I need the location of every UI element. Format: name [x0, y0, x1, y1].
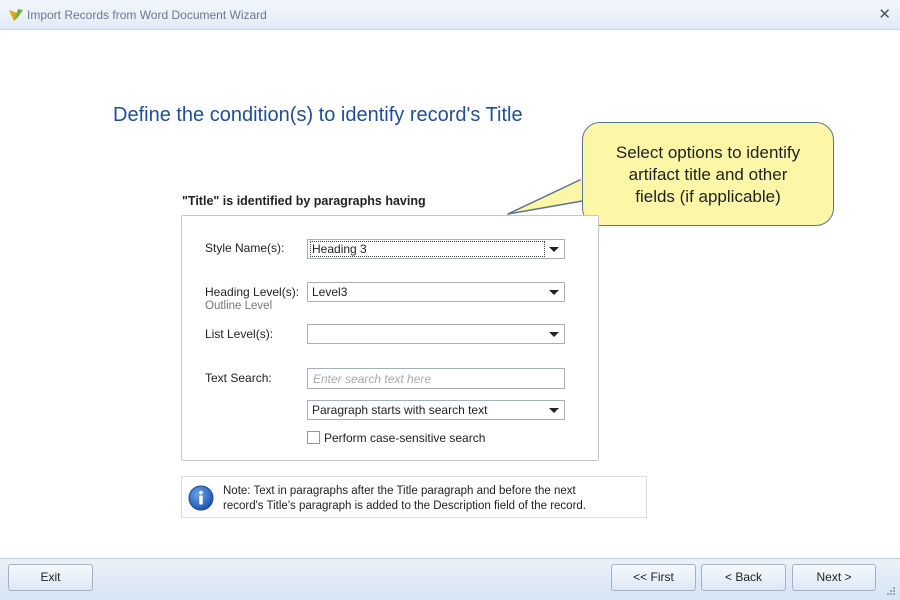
window-title: Import Records from Word Document Wizard: [27, 8, 267, 22]
chevron-down-icon: [549, 290, 559, 295]
note-line-2: record's Title's paragraph is added to t…: [223, 500, 587, 512]
back-button-label: < Back: [724, 570, 763, 584]
callout-line-2: artifact title and other: [628, 165, 788, 184]
search-mode-dropdown[interactable]: Paragraph starts with search text: [307, 400, 565, 420]
info-icon: [188, 485, 214, 511]
text-search-input[interactable]: [307, 368, 565, 389]
help-callout: Select options to identify artifact titl…: [582, 122, 834, 226]
note-text: Note: Text in paragraphs after the Title…: [223, 484, 643, 514]
wizard-footer: Exit << First < Back Next >: [0, 558, 900, 600]
chevron-down-icon: [549, 332, 559, 337]
resize-grip-icon[interactable]: [886, 586, 896, 596]
heading-level-dropdown[interactable]: Level3: [307, 282, 565, 302]
style-name-dropdown[interactable]: Heading 3: [307, 239, 565, 259]
search-mode-value: Paragraph starts with search text: [312, 403, 488, 417]
note-box: Note: Text in paragraphs after the Title…: [181, 476, 647, 518]
heading-level-value: Level3: [312, 285, 348, 299]
case-sensitive-checkbox[interactable]: [307, 431, 320, 444]
list-level-dropdown[interactable]: [307, 324, 565, 344]
first-button-label: << First: [633, 570, 674, 584]
page-title: Define the condition(s) to identify reco…: [113, 104, 523, 126]
next-button-label: Next >: [816, 570, 852, 584]
title-conditions-label: "Title" is identified by paragraphs havi…: [182, 194, 426, 208]
list-level-label: List Level(s):: [205, 327, 274, 341]
callout-line-1: Select options to identify: [615, 143, 801, 162]
chevron-down-icon: [549, 408, 559, 413]
text-search-label: Text Search:: [205, 371, 272, 385]
callout-line-3: fields (if applicable): [635, 187, 781, 206]
back-button[interactable]: < Back: [701, 564, 786, 591]
exit-button-label: Exit: [40, 570, 61, 584]
case-sensitive-label[interactable]: Perform case-sensitive search: [324, 431, 485, 445]
first-button[interactable]: << First: [611, 564, 696, 591]
style-name-value: Heading 3: [310, 241, 545, 257]
exit-button[interactable]: Exit: [8, 564, 93, 591]
app-logo-icon: [9, 9, 23, 21]
outline-level-sublabel: Outline Level: [205, 300, 273, 312]
chevron-down-icon: [549, 247, 559, 252]
style-name-label: Style Name(s):: [205, 241, 285, 255]
next-button[interactable]: Next >: [792, 564, 876, 591]
close-icon[interactable]: ✕: [878, 5, 891, 23]
window-titlebar: Import Records from Word Document Wizard…: [0, 0, 900, 30]
heading-level-label: Heading Level(s):: [205, 285, 300, 299]
note-line-1: Note: Text in paragraphs after the Title…: [223, 485, 576, 497]
wizard-content: Define the condition(s) to identify reco…: [0, 30, 900, 558]
